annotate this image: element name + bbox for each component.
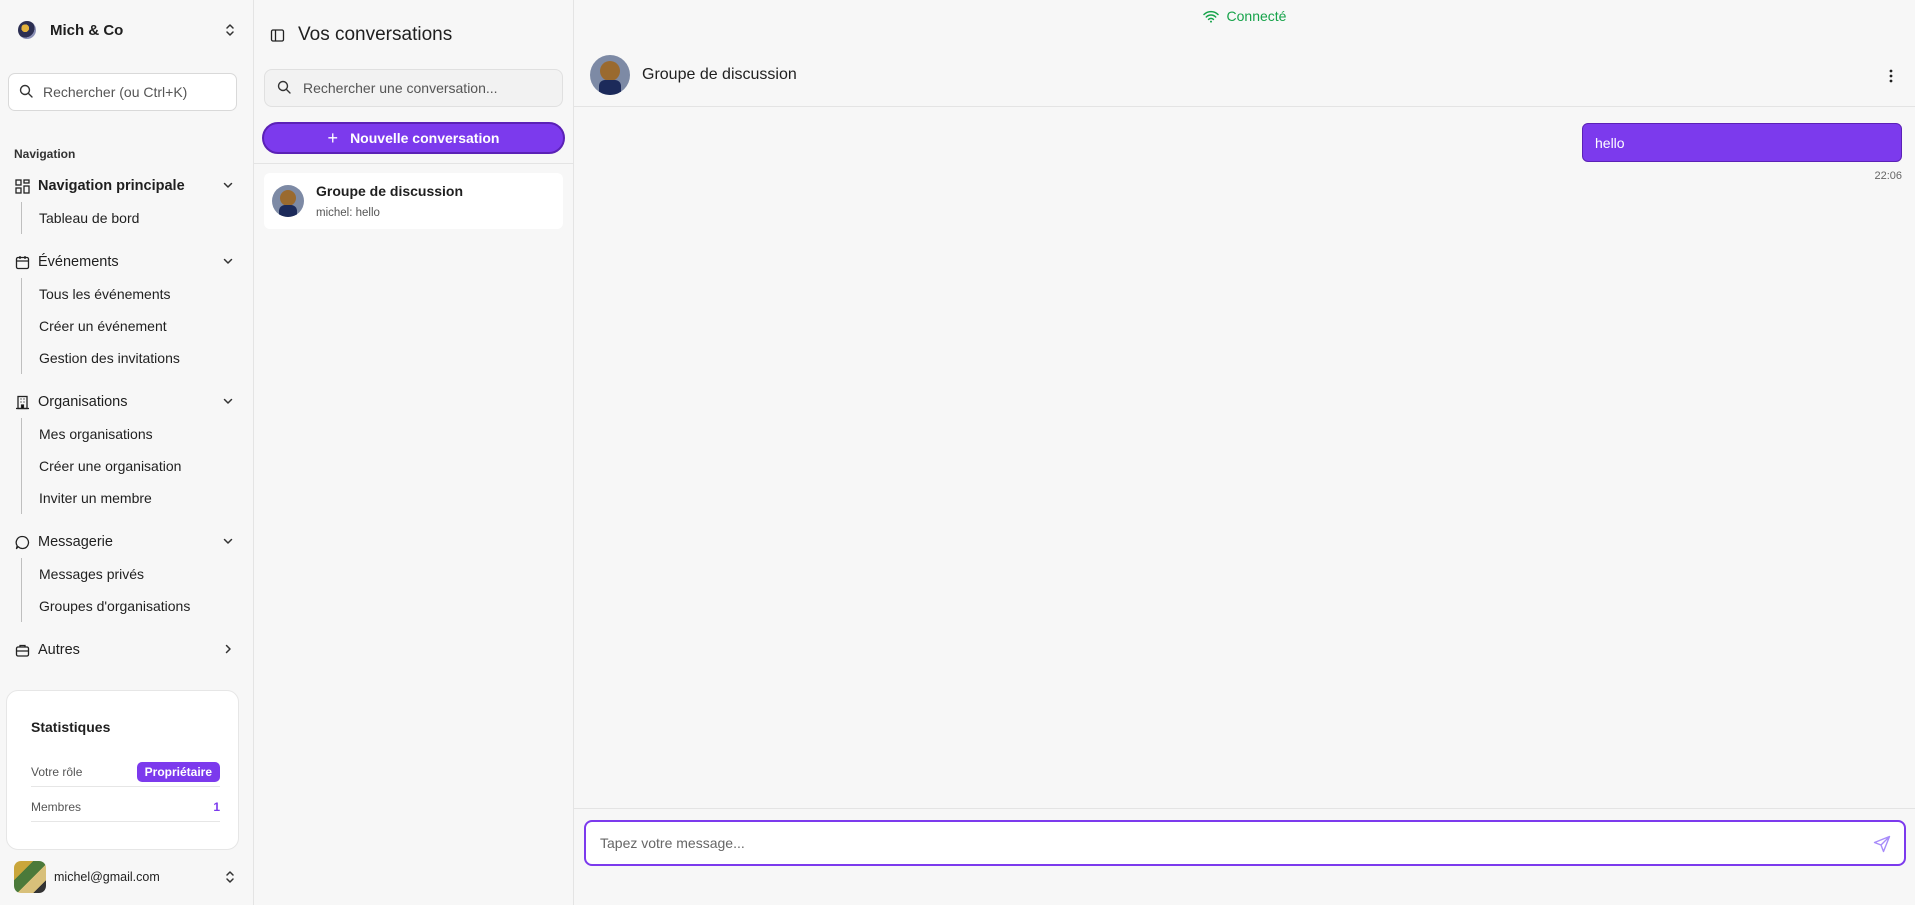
nav-item-tableau-de-bord[interactable]: Tableau de bord	[22, 202, 231, 234]
organization-name: Mich & Co	[50, 21, 124, 39]
conversations-title: Vos conversations	[298, 24, 453, 45]
members-count: 1	[213, 799, 220, 814]
nav-group-evenements[interactable]: Événements	[14, 250, 234, 274]
nav-group-messagerie[interactable]: Messagerie	[14, 530, 234, 554]
nav-group-navigation-principale[interactable]: Navigation principale	[14, 174, 234, 198]
nav-group-organisations[interactable]: Organisations	[14, 390, 234, 414]
nav-group-label: Organisations	[38, 394, 128, 410]
conversation-avatar	[272, 185, 304, 217]
user-avatar	[14, 861, 46, 893]
statistics-card: Statistiques Votre rôle Propriétaire Mem…	[6, 690, 239, 850]
nav-item-mes-organisations[interactable]: Mes organisations	[22, 418, 231, 450]
divider	[254, 163, 574, 164]
sidebar-toggle-icon[interactable]	[268, 26, 286, 44]
nav-sublist-navigation-principale: Tableau de bord	[21, 202, 231, 234]
building-icon	[14, 394, 30, 410]
message-composer[interactable]	[584, 820, 1906, 866]
conversation-search[interactable]	[264, 69, 563, 107]
conversation-name: Groupe de discussion	[316, 183, 464, 199]
sidebar: Mich & Co Navigation Navigation principa…	[0, 0, 254, 905]
chevron-down-icon	[222, 394, 234, 410]
nav-item-gestion-des-invitations[interactable]: Gestion des invitations	[22, 342, 231, 374]
chat-area: Connecté Groupe de discussion hello 22:0…	[574, 0, 1915, 905]
search-icon	[19, 84, 33, 101]
nav-sublist-messagerie: Messages privés Groupes d'organisations	[21, 558, 231, 622]
role-badge: Propriétaire	[136, 761, 220, 782]
stat-label-members: Membres	[31, 799, 82, 814]
nav-item-inviter-un-membre[interactable]: Inviter un membre	[22, 482, 231, 514]
sidebar-search[interactable]	[8, 73, 237, 111]
message-input[interactable]	[600, 835, 1840, 851]
user-email: michel@gmail.com	[54, 870, 160, 884]
conversation-search-input[interactable]	[303, 80, 553, 96]
chevron-down-icon	[222, 178, 234, 194]
new-conversation-label: Nouvelle conversation	[350, 130, 500, 146]
dashboard-grid-icon	[14, 178, 30, 194]
nav-item-creer-une-organisation[interactable]: Créer une organisation	[22, 450, 231, 482]
connection-status-text: Connecté	[1226, 8, 1287, 24]
conversations-panel: Vos conversations + Nouvelle conversatio…	[254, 0, 574, 905]
nav-group-label: Navigation principale	[38, 178, 185, 194]
nav-item-messages-prives[interactable]: Messages privés	[22, 558, 231, 590]
search-icon	[277, 80, 291, 97]
conversations-header: Vos conversations	[268, 24, 452, 46]
new-conversation-button[interactable]: + Nouvelle conversation	[262, 122, 565, 154]
connection-status: Connecté	[574, 8, 1915, 24]
nav-group-label: Événements	[38, 254, 119, 270]
chat-title: Groupe de discussion	[642, 66, 797, 83]
nav-group-autres[interactable]: Autres	[14, 638, 234, 662]
chevron-down-icon	[222, 254, 234, 270]
nav-group-label: Messagerie	[38, 534, 113, 550]
plus-icon: +	[327, 128, 339, 148]
nav-group-label: Autres	[38, 642, 80, 658]
chevrons-up-down-icon	[224, 870, 236, 884]
nav-item-groupes-organisations[interactable]: Groupes d'organisations	[22, 590, 231, 622]
conversation-list-item[interactable]: Groupe de discussion michel: hello	[264, 173, 563, 229]
sidebar-search-input[interactable]	[43, 84, 223, 100]
calendar-icon	[14, 254, 30, 270]
send-icon[interactable]	[1872, 834, 1892, 854]
stat-row-role: Votre rôle Propriétaire	[31, 757, 220, 787]
wifi-icon	[1202, 10, 1219, 23]
chat-bubble-icon	[14, 534, 30, 550]
message-timestamp: 22:06	[1874, 170, 1902, 182]
conversation-last-message: michel: hello	[316, 207, 380, 219]
organization-switcher[interactable]: Mich & Co	[8, 12, 246, 48]
chevrons-up-down-icon	[224, 23, 236, 37]
nav-item-tous-les-evenements[interactable]: Tous les événements	[22, 278, 231, 310]
statistics-title: Statistiques	[31, 719, 111, 735]
stat-label-role: Votre rôle	[31, 764, 83, 779]
more-options-icon[interactable]	[1881, 66, 1901, 86]
chat-header: Groupe de discussion	[574, 44, 1915, 107]
message-bubble-own: hello	[1582, 123, 1902, 162]
nav-caption: Navigation	[14, 147, 76, 161]
briefcase-icon	[14, 642, 30, 658]
divider	[574, 808, 1915, 809]
chevron-down-icon	[222, 534, 234, 550]
nav-item-creer-un-evenement[interactable]: Créer un événement	[22, 310, 231, 342]
stat-row-members: Membres 1	[31, 792, 220, 822]
user-account-switcher[interactable]: michel@gmail.com	[8, 860, 246, 894]
chevron-right-icon	[222, 642, 234, 658]
nav-sublist-evenements: Tous les événements Créer un événement G…	[21, 278, 231, 374]
chat-avatar	[590, 55, 630, 95]
organization-logo	[18, 21, 36, 39]
nav-sublist-organisations: Mes organisations Créer une organisation…	[21, 418, 231, 514]
